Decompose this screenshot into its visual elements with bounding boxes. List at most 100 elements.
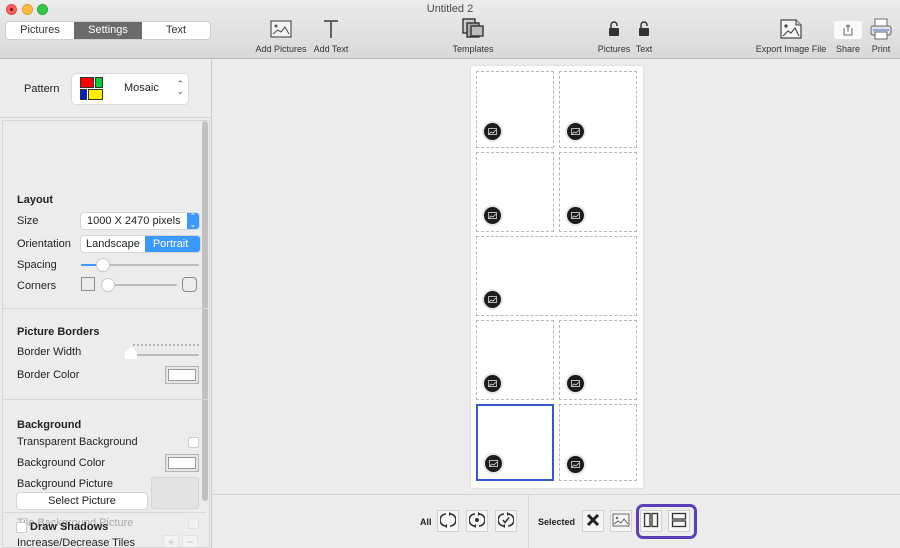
- corners-slider-knob[interactable]: [102, 279, 114, 291]
- border-width-slider-knob[interactable]: [125, 347, 137, 359]
- add-pictures-button[interactable]: Add Pictures: [253, 18, 309, 54]
- add-picture-icon[interactable]: [485, 455, 502, 472]
- delete-selected-button[interactable]: [582, 510, 604, 532]
- tab-text[interactable]: Text: [142, 22, 210, 39]
- tiles-label: Increase/Decrease Tiles: [17, 537, 135, 548]
- divider: [4, 512, 206, 513]
- selected-image-button[interactable]: [610, 510, 632, 532]
- border-color-well[interactable]: [165, 366, 199, 384]
- share-label: Share: [835, 44, 861, 54]
- transparent-background-label: Transparent Background: [17, 436, 138, 448]
- add-picture-icon[interactable]: [484, 123, 501, 140]
- layout-section-title: Layout: [17, 194, 54, 206]
- add-picture-icon[interactable]: [484, 291, 501, 308]
- add-picture-icon[interactable]: [567, 207, 584, 224]
- add-text-label: Add Text: [313, 44, 349, 54]
- add-picture-icon[interactable]: [567, 123, 584, 140]
- print-label: Print: [871, 44, 891, 54]
- picture-cell-selected[interactable]: [476, 404, 554, 481]
- picture-cell[interactable]: [476, 236, 637, 316]
- corners-slider-track: [103, 284, 177, 286]
- background-color-label: Background Color: [17, 457, 106, 469]
- rotate-all-button[interactable]: [437, 510, 459, 532]
- image-icon: [612, 513, 630, 530]
- export-image-file-button[interactable]: Export Image File: [754, 18, 828, 54]
- selected-label: Selected: [538, 517, 576, 527]
- canvas-area: [213, 60, 900, 494]
- rotate-center-icon: [468, 511, 486, 531]
- color-swatch: [168, 457, 196, 469]
- up-down-arrows-icon: ⌃ ⌄: [187, 213, 199, 229]
- size-select[interactable]: 1000 X 2470 pixels ⌃ ⌄: [81, 213, 199, 229]
- tab-settings[interactable]: Settings: [74, 22, 142, 39]
- picture-cell[interactable]: [476, 71, 554, 148]
- unlocked-padlock-icon: [638, 21, 650, 39]
- draw-shadows-label: Draw Shadows: [30, 521, 109, 533]
- tile-background-checkbox[interactable]: [188, 518, 199, 529]
- export-image-icon: [780, 19, 802, 41]
- pattern-row: Pattern Mosaic ⌃ ⌄: [0, 60, 212, 118]
- transparent-background-checkbox[interactable]: [188, 437, 199, 448]
- mosaic-pattern-icon: [79, 77, 103, 101]
- select-picture-button[interactable]: Select Picture: [17, 493, 147, 509]
- picture-cell[interactable]: [559, 152, 637, 232]
- tab-pictures[interactable]: Pictures: [6, 22, 74, 39]
- orientation-segmented-control: Landscape Portrait: [81, 236, 201, 252]
- add-picture-icon[interactable]: [567, 375, 584, 392]
- picture-cell[interactable]: [559, 320, 637, 400]
- picture-cell[interactable]: [559, 71, 637, 148]
- background-picture-preview[interactable]: [151, 477, 199, 509]
- size-value: 1000 X 2470 pixels: [87, 215, 181, 227]
- rotate-center-all-button[interactable]: [466, 510, 488, 532]
- add-picture-icon[interactable]: [567, 456, 584, 473]
- add-pictures-label: Add Pictures: [255, 44, 307, 54]
- draw-shadows-checkbox[interactable]: [16, 522, 27, 533]
- printer-icon: [870, 18, 892, 42]
- rotate-check-all-button[interactable]: [495, 510, 517, 532]
- print-button[interactable]: Print: [867, 18, 895, 54]
- image-icon: [270, 20, 292, 40]
- split-buttons-highlight: [636, 504, 697, 539]
- templates-label: Templates: [452, 44, 494, 54]
- templates-button[interactable]: Templates: [450, 18, 496, 54]
- spacing-label: Spacing: [17, 259, 57, 271]
- color-swatch: [168, 369, 196, 381]
- spacing-slider-knob[interactable]: [97, 259, 109, 271]
- increase-tiles-button[interactable]: +: [163, 535, 179, 547]
- picture-borders-section-title: Picture Borders: [17, 326, 100, 338]
- border-width-label: Border Width: [17, 346, 82, 358]
- lock-pictures-label: Pictures: [597, 44, 631, 54]
- settings-sidebar: Pattern Mosaic ⌃ ⌄ Layout Size 1000 X 247…: [0, 60, 212, 548]
- decrease-tiles-button[interactable]: −: [182, 535, 198, 547]
- window-title: Untitled 2: [426, 3, 474, 15]
- picture-cell[interactable]: [559, 404, 637, 481]
- background-color-well[interactable]: [165, 454, 199, 472]
- share-icon: [834, 21, 862, 39]
- lock-text-button[interactable]: Text: [633, 18, 655, 54]
- unlocked-padlock-icon: [608, 21, 620, 39]
- divider: [528, 495, 529, 548]
- text-t-icon: [323, 19, 339, 41]
- add-text-button[interactable]: Add Text: [311, 18, 351, 54]
- vertical-scrollbar[interactable]: [202, 121, 208, 501]
- mosaic-swatch: [95, 77, 103, 88]
- templates-icon: [462, 18, 484, 42]
- delete-x-icon: [586, 513, 600, 530]
- share-button[interactable]: Share: [833, 18, 863, 54]
- slider-tick-marks: [133, 344, 199, 347]
- all-label: All: [420, 517, 432, 527]
- mosaic-swatch: [80, 89, 87, 100]
- border-color-label: Border Color: [17, 369, 80, 381]
- add-picture-icon[interactable]: [484, 207, 501, 224]
- square-corner-icon: [81, 277, 95, 291]
- lock-pictures-button[interactable]: Pictures: [596, 18, 632, 54]
- orientation-portrait[interactable]: Portrait: [144, 236, 201, 252]
- collage-page: [471, 66, 643, 488]
- orientation-landscape[interactable]: Landscape: [81, 236, 145, 252]
- pattern-select[interactable]: Mosaic ⌃ ⌄: [72, 74, 188, 104]
- add-picture-icon[interactable]: [484, 375, 501, 392]
- picture-cell[interactable]: [476, 152, 554, 232]
- panel-tabs: Pictures Settings Text: [6, 22, 210, 39]
- picture-cell[interactable]: [476, 320, 554, 400]
- settings-panel: Layout Size 1000 X 2470 pixels ⌃ ⌄ Orient…: [2, 120, 210, 548]
